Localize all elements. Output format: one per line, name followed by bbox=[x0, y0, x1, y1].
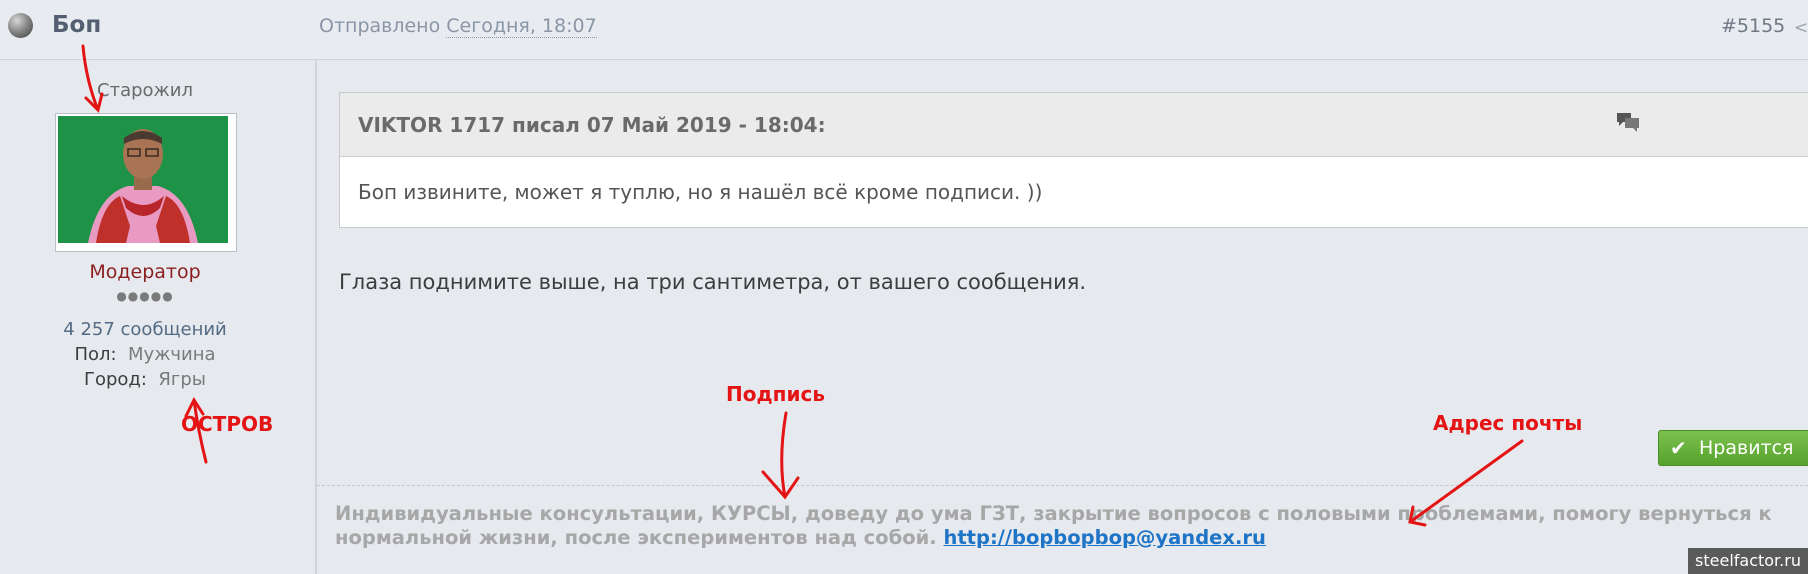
posted-time: Отправлено Сегодня, 18:07 bbox=[319, 15, 597, 38]
posted-prefix: Отправлено bbox=[319, 15, 441, 37]
field-city-label: Город: bbox=[83, 369, 147, 390]
signature-email-link[interactable]: http://bopbopbop@yandex.ru bbox=[943, 526, 1265, 549]
post-number-link[interactable]: #5155 bbox=[1721, 15, 1785, 37]
field-city-value: Ягры bbox=[158, 369, 206, 390]
author-name[interactable]: Боп bbox=[52, 12, 101, 38]
speech-bubbles-icon[interactable] bbox=[1615, 111, 1641, 137]
field-gender-label: Пол: bbox=[74, 344, 117, 365]
annotation-signature: Подпись bbox=[726, 382, 825, 406]
posted-date: Сегодня, 18:07 bbox=[446, 15, 597, 38]
user-group: Модератор bbox=[89, 261, 201, 283]
author-sidebar: Старожил Модератор ●●●●● 4 257 сообщений… bbox=[0, 60, 317, 574]
quote-block: VIKTOR 1717 писал 07 Май 2019 - 18:04: Б… bbox=[339, 92, 1808, 228]
online-status-icon bbox=[8, 13, 33, 38]
watermark: steelfactor.ru bbox=[1688, 548, 1808, 574]
quote-text: Боп извините, может я туплю, но я нашёл … bbox=[358, 180, 1043, 204]
quote-header: VIKTOR 1717 писал 07 Май 2019 - 18:04: bbox=[340, 93, 1808, 157]
signature-divider bbox=[317, 485, 1808, 486]
like-button-label: Нравится bbox=[1699, 437, 1794, 459]
post-header: Боп Отправлено Сегодня, 18:07 #5155 < bbox=[0, 0, 1808, 60]
annotation-email: Адрес почты bbox=[1433, 411, 1583, 435]
post-count-link[interactable]: 4 257 сообщений bbox=[0, 319, 290, 340]
quote-citation[interactable]: VIKTOR 1717 писал 07 Май 2019 - 18:04: bbox=[358, 113, 826, 137]
field-gender: Пол: Мужчина bbox=[0, 344, 290, 365]
rank-pips: ●●●●● bbox=[116, 289, 174, 303]
post-content: VIKTOR 1717 писал 07 Май 2019 - 18:04: Б… bbox=[317, 60, 1808, 574]
user-rank: Старожил bbox=[97, 80, 193, 101]
avatar[interactable] bbox=[55, 113, 237, 252]
like-button[interactable]: ✔ Нравится bbox=[1658, 430, 1808, 466]
check-icon: ✔ bbox=[1670, 436, 1687, 460]
field-city: Город: Ягры bbox=[0, 369, 290, 390]
signature: Индивидуальные консультации, КУРСЫ, дове… bbox=[335, 502, 1805, 550]
annotation-island: ОСТРОВ bbox=[181, 412, 274, 436]
share-icon[interactable]: < bbox=[1794, 18, 1808, 38]
post-text: Глаза поднимите выше, на три сантиметра,… bbox=[339, 270, 1087, 294]
field-gender-value: Мужчина bbox=[128, 344, 216, 365]
